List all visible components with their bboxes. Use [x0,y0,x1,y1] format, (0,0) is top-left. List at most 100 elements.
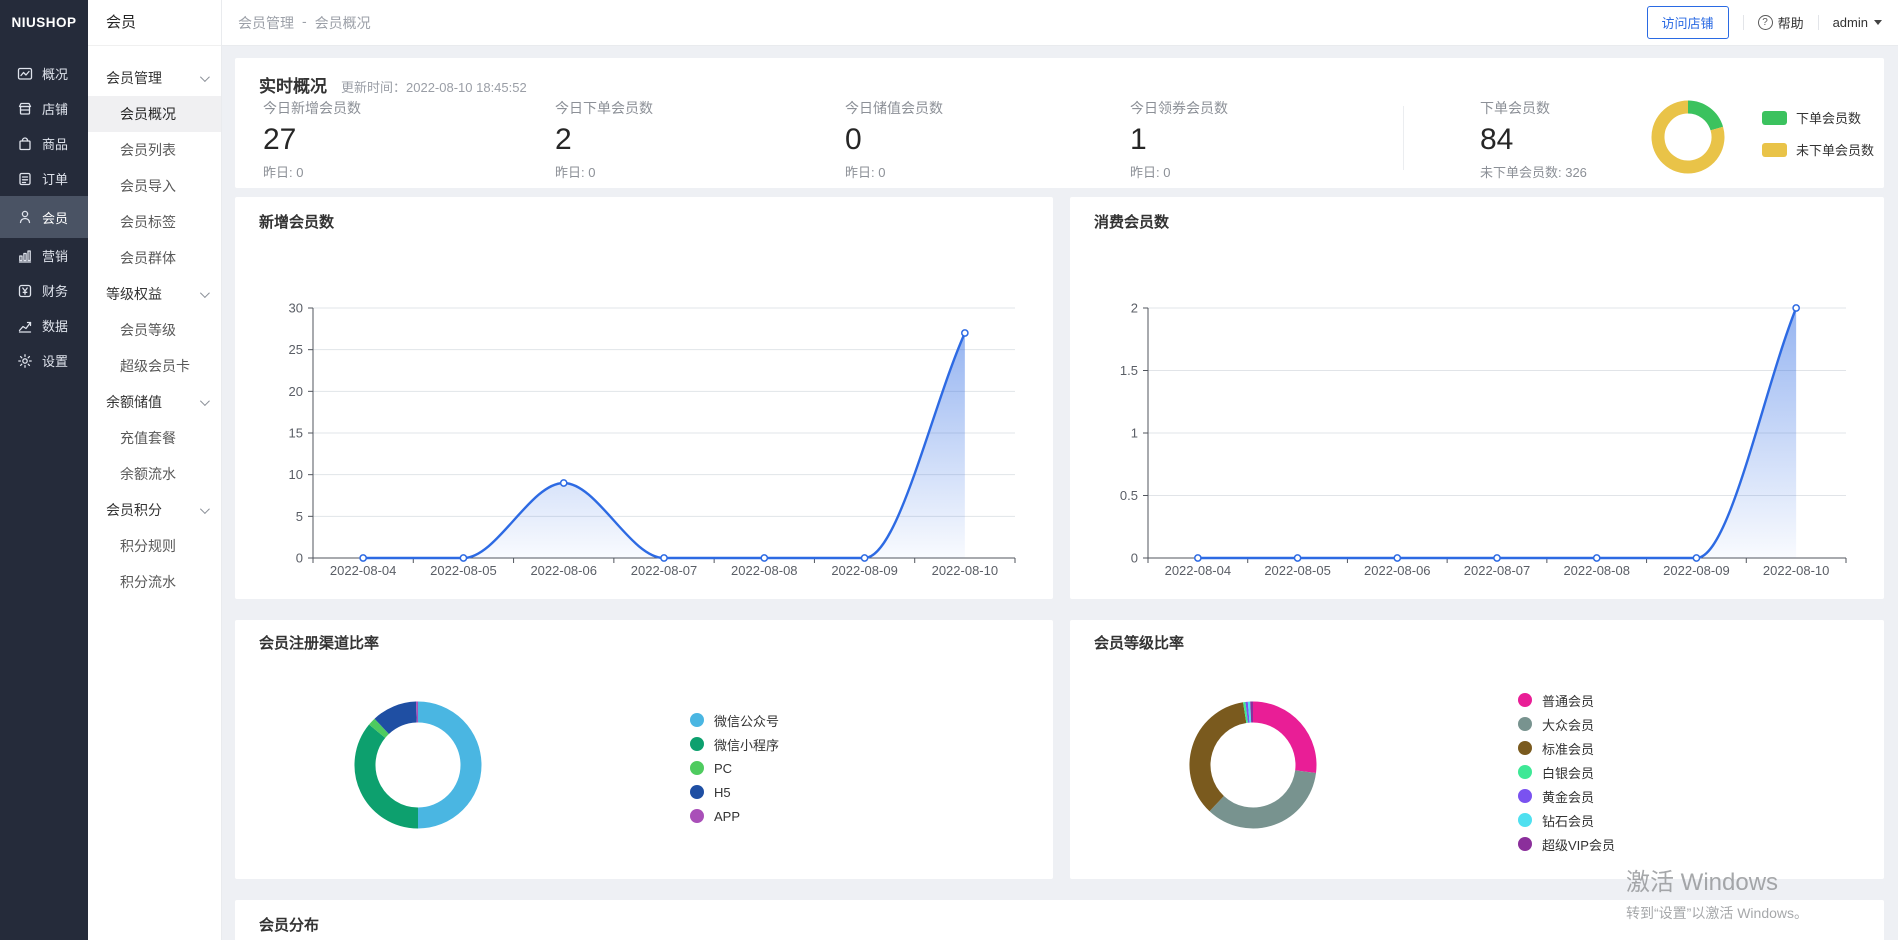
subnav-item-member-list[interactable]: 会员列表 [88,132,221,168]
card-title-register-channel: 会员注册渠道比率 [259,632,379,653]
sub-sidebar: 会员 会员管理 会员概况 会员列表 会员导入 会员标签 会员群体 等级权益 会员… [88,0,222,940]
subnav-group-level-rights[interactable]: 等级权益 [88,276,221,312]
subnav-group-points[interactable]: 会员积分 [88,492,221,528]
marketing-icon [17,248,33,264]
new-members-chart-card: 新增会员数 0510152025302022-08-042022-08-0520… [235,197,1053,599]
stat-stored-members-today: 今日储值会员数 0 昨日: 0 [845,98,943,181]
subnav-group-balance[interactable]: 余额储值 [88,384,221,420]
card-title-member-distribution: 会员分布 [259,914,319,935]
legend-item[interactable]: H5 [690,780,779,804]
legend-item[interactable]: 标准会员 [1518,736,1615,760]
legend-label: H5 [714,785,731,800]
member-distribution-card: 会员分布 [235,900,1884,940]
svg-text:0.5: 0.5 [1120,488,1138,503]
card-title-consume-members: 消费会员数 [1094,211,1169,232]
legend-item[interactable]: 下单会员数 [1762,108,1874,127]
subnav-item-points-flow[interactable]: 积分流水 [88,564,221,600]
svg-text:2022-08-05: 2022-08-05 [430,563,497,578]
register-channel-card: 会员注册渠道比率 微信公众号 微信小程序 PC H5 APP [235,620,1053,879]
legend-item[interactable]: 钻石会员 [1518,808,1615,832]
legend-item[interactable]: 微信公众号 [690,708,779,732]
subnav-item-member-import[interactable]: 会员导入 [88,168,221,204]
svg-text:5: 5 [296,509,303,524]
sidebar-item-settings[interactable]: 设置 [0,343,88,378]
svg-text:2022-08-10: 2022-08-10 [932,563,999,578]
legend-item[interactable]: 超级VIP会员 [1518,832,1615,856]
subnav-item-balance-flow[interactable]: 余额流水 [88,456,221,492]
chevron-down-icon [200,504,210,514]
sidebar-item-marketing[interactable]: 营销 [0,238,88,273]
card-title-member-level: 会员等级比率 [1094,632,1184,653]
breadcrumb: 会员管理 - 会员概况 [238,13,371,33]
legend-label: 微信公众号 [714,711,779,730]
stat-order-members-total: 下单会员数 84 未下单会员数: 326 [1480,98,1587,181]
sidebar-item-goods[interactable]: 商品 [0,126,88,161]
new-members-line-chart: 0510152025302022-08-042022-08-052022-08-… [235,253,1053,583]
legend-swatch [690,785,704,799]
subnav-item-member-groups[interactable]: 会员群体 [88,240,221,276]
svg-text:2022-08-09: 2022-08-09 [831,563,898,578]
subnav-item-super-member-card[interactable]: 超级会员卡 [88,348,221,384]
member-icon [17,209,33,225]
stat-new-members-today: 今日新增会员数 27 昨日: 0 [263,98,361,181]
svg-text:15: 15 [289,426,303,441]
svg-text:2022-08-06: 2022-08-06 [1364,563,1431,578]
data-icon [17,318,33,334]
subnav-item-member-level[interactable]: 会员等级 [88,312,221,348]
legend-item[interactable]: 微信小程序 [690,732,779,756]
divider [1743,15,1744,30]
legend-item[interactable]: 普通会员 [1518,688,1615,712]
subnav-item-points-rules[interactable]: 积分规则 [88,528,221,564]
sidebar-item-member[interactable]: 会员 [0,196,88,238]
legend-item[interactable]: 大众会员 [1518,712,1615,736]
legend-label: 白银会员 [1542,763,1594,782]
legend-label: 微信小程序 [714,735,779,754]
svg-text:2: 2 [1131,301,1138,316]
legend-label: APP [714,809,740,824]
legend-item[interactable]: PC [690,756,779,780]
settings-icon [17,353,33,369]
breadcrumb-member-overview[interactable]: 会员概况 [315,13,371,33]
member-level-donut-chart [1178,690,1328,840]
overview-icon [17,66,33,82]
finance-icon [17,283,33,299]
svg-text:25: 25 [289,342,303,357]
legend-item[interactable]: 未下单会员数 [1762,140,1874,159]
app-logo: NIUSHOP [0,0,88,46]
order-members-donut-chart [1651,100,1725,174]
user-menu[interactable]: admin [1833,15,1882,30]
consume-members-line-chart: 00.511.522022-08-042022-08-052022-08-062… [1070,253,1884,583]
svg-text:20: 20 [289,384,303,399]
sidebar-item-data[interactable]: 数据 [0,308,88,343]
order-donut-legend: 下单会员数 未下单会员数 [1762,108,1874,159]
sidebar-item-finance[interactable]: 财务 [0,273,88,308]
visit-shop-button[interactable]: 访问店铺 [1647,6,1729,39]
subnav-item-recharge-package[interactable]: 充值套餐 [88,420,221,456]
divider [1818,15,1819,30]
svg-text:2022-08-08: 2022-08-08 [731,563,798,578]
legend-swatch [1518,693,1532,707]
sidebar-item-orders[interactable]: 订单 [0,161,88,196]
update-time: 更新时间：2022-08-10 18:45:52 [341,77,527,96]
register-channel-donut-chart [343,690,493,840]
breadcrumb-member-manage[interactable]: 会员管理 [238,13,294,33]
svg-text:1.5: 1.5 [1120,363,1138,378]
sidebar-item-shop[interactable]: 店铺 [0,91,88,126]
sidebar-item-overview[interactable]: 概况 [0,56,88,91]
help-button[interactable]: ? 帮助 [1758,13,1804,32]
legend-swatch [1518,765,1532,779]
svg-text:2022-08-07: 2022-08-07 [631,563,698,578]
legend-item[interactable]: APP [690,804,779,828]
svg-text:2022-08-04: 2022-08-04 [1165,563,1232,578]
legend-label: 普通会员 [1542,691,1594,710]
member-level-card: 会员等级比率 普通会员 大众会员 标准会员 白银会员 黄金会员 钻石会员 超级V… [1070,620,1884,879]
subnav-item-member-tags[interactable]: 会员标签 [88,204,221,240]
legend-item[interactable]: 白银会员 [1518,760,1615,784]
svg-text:0: 0 [296,551,303,566]
member-level-legend: 普通会员 大众会员 标准会员 白银会员 黄金会员 钻石会员 超级VIP会员 [1518,688,1615,856]
legend-item[interactable]: 黄金会员 [1518,784,1615,808]
svg-text:2022-08-07: 2022-08-07 [1464,563,1531,578]
username: admin [1833,15,1868,30]
subnav-item-member-overview[interactable]: 会员概况 [88,96,221,132]
subnav-group-member-manage[interactable]: 会员管理 [88,60,221,96]
